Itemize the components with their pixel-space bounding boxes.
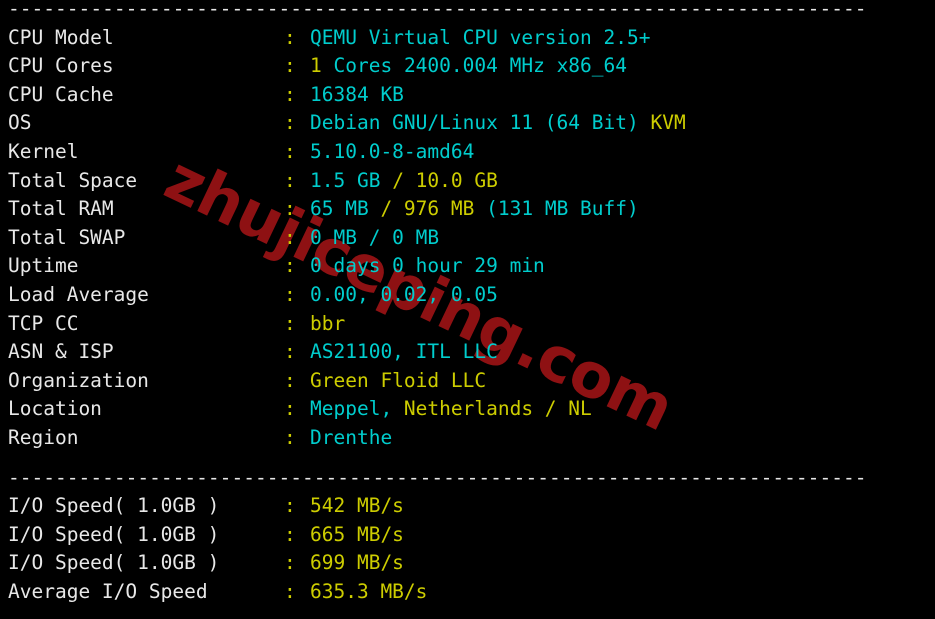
system-info-label: CPU Cache xyxy=(8,82,114,106)
io-speed-row: I/O Speed( 1.0GB ):699 MB/s xyxy=(0,549,935,578)
system-info-label: OS xyxy=(8,111,32,135)
system-info-colon: : xyxy=(284,311,296,335)
system-info-colon: : xyxy=(284,368,296,392)
io-speed-row: Average I/O Speed:635.3 MB/s xyxy=(0,578,935,607)
system-info-value: KVM xyxy=(650,111,686,135)
system-info-value: AS21100, ITL LLC xyxy=(310,340,498,364)
system-info-value: MHz xyxy=(497,54,557,78)
system-info-label: Organization xyxy=(8,368,149,392)
system-info-label: ASN & ISP xyxy=(8,340,114,364)
io-speed-row: I/O Speed( 1.0GB ):665 MB/s xyxy=(0,521,935,550)
system-info-colon: : xyxy=(284,82,296,106)
system-info-value: 1.5 GB xyxy=(310,168,393,192)
system-info-colon: : xyxy=(284,139,296,163)
system-info-label: Region xyxy=(8,425,79,449)
io-speed-label: I/O Speed( 1.0GB ) xyxy=(8,551,220,575)
system-info-label: Load Average xyxy=(8,282,149,306)
system-info-value: 5.10.0-8-amd64 xyxy=(310,139,475,163)
io-speed-value: 699 MB/s xyxy=(310,551,404,575)
system-info-value: 0.00, 0.02, 0.05 xyxy=(310,282,498,306)
spacer-above-io-separator xyxy=(0,453,935,464)
system-info-value: 16384 KB xyxy=(310,82,404,106)
system-info-label: Uptime xyxy=(8,254,79,278)
system-info-value: Green Floid LLC xyxy=(310,368,487,392)
system-info-row: Total SWAP:0 MB / 0 MB xyxy=(0,224,935,253)
system-info-colon: : xyxy=(284,225,296,249)
system-info-colon: : xyxy=(284,168,296,192)
system-info-row: Location: Meppel, Netherlands / NL xyxy=(0,395,935,424)
io-speed-label: I/O Speed( 1.0GB ) xyxy=(8,522,220,546)
system-info-value: 1 xyxy=(310,54,322,78)
system-info-label: CPU Cores xyxy=(8,54,114,78)
system-info-value: 0 days 0 hour 29 min xyxy=(310,254,545,278)
system-info-label: Total Space xyxy=(8,168,138,192)
system-info-value: / 976 MB xyxy=(380,197,487,221)
system-info-value: Drenthe xyxy=(310,425,393,449)
system-info-row: Uptime:0 days 0 hour 29 min xyxy=(0,252,935,281)
system-info-colon: : xyxy=(284,425,296,449)
system-info-label: Location xyxy=(8,397,102,421)
io-speed-colon: : xyxy=(284,494,296,518)
system-info-value: 0 MB / 0 MB xyxy=(310,225,440,249)
system-info-value: Cores xyxy=(321,54,404,78)
system-info-row: CPU Cache:16384 KB xyxy=(0,81,935,110)
io-speed-colon: : xyxy=(284,522,296,546)
system-info-colon: : xyxy=(284,25,296,49)
system-info-colon: : xyxy=(284,111,296,135)
system-info-value: Meppel, xyxy=(310,397,404,421)
system-info-row: Organization: Green Floid LLC xyxy=(0,367,935,396)
system-info-label: Kernel xyxy=(8,139,79,163)
io-speed-value: 665 MB/s xyxy=(310,522,404,546)
system-info-row: TCP CC: bbr xyxy=(0,310,935,339)
system-info-value: (131 MB Buff) xyxy=(486,197,639,221)
system-info-label: Total RAM xyxy=(8,197,114,221)
system-info-row: Total Space:1.5 GB / 10.0 GB xyxy=(0,167,935,196)
terminal-screen: ----------------------------------------… xyxy=(0,0,935,619)
system-info-row: OS: Debian GNU/Linux 11 (64 Bit) KVM xyxy=(0,109,935,138)
spacer-above-bottom-separator xyxy=(0,606,935,615)
system-info-section: CPU Model: QEMU Virtual CPU version 2.5+ C… xyxy=(0,24,935,453)
system-info-value: QEMU Virtual CPU version 2.5+ xyxy=(310,25,651,49)
system-info-label: Total SWAP xyxy=(8,225,126,249)
system-info-value: / 10.0 GB xyxy=(392,168,498,192)
system-info-value: x86_64 xyxy=(556,54,628,78)
separator-bottom: ----------------------------------------… xyxy=(0,615,935,619)
system-info-colon: : xyxy=(284,282,296,306)
system-info-colon: : xyxy=(284,397,296,421)
io-speed-row: I/O Speed( 1.0GB ):542 MB/s xyxy=(0,492,935,521)
system-info-row: CPU Model: QEMU Virtual CPU version 2.5+ xyxy=(0,24,935,53)
io-speed-colon: : xyxy=(284,579,296,603)
system-info-value: 65 MB xyxy=(310,197,381,221)
io-speed-section: I/O Speed( 1.0GB ):542 MB/s I/O Speed( 1.… xyxy=(0,492,935,606)
system-info-row: Kernel:5.10.0-8-amd64 xyxy=(0,138,935,167)
system-info-value: Debian GNU/Linux 11 (64 Bit) xyxy=(310,111,651,135)
io-speed-value: 542 MB/s xyxy=(310,494,404,518)
system-info-label: TCP CC xyxy=(8,311,79,335)
system-info-row: CPU Cores:1 Cores 2400.004 MHz x86_64 xyxy=(0,52,935,81)
system-info-value: bbr xyxy=(310,311,346,335)
separator-top: ----------------------------------------… xyxy=(8,0,867,20)
io-speed-value: 635.3 MB/s xyxy=(310,579,428,603)
system-info-colon: : xyxy=(284,54,296,78)
system-info-value: 2400.004 xyxy=(403,54,498,78)
terminal-window: zhujiceping.com ------------------------… xyxy=(0,0,935,619)
io-speed-label: I/O Speed( 1.0GB ) xyxy=(8,494,220,518)
system-info-row: Region: Drenthe xyxy=(0,424,935,453)
io-speed-label: Average I/O Speed xyxy=(8,579,208,603)
separator-middle: ----------------------------------------… xyxy=(8,465,867,489)
io-speed-colon: : xyxy=(284,551,296,575)
system-info-value: Netherlands / NL xyxy=(403,397,592,421)
system-info-row: ASN & ISP: AS21100, ITL LLC xyxy=(0,338,935,367)
system-info-row: Total RAM:65 MB / 976 MB (131 MB Buff) xyxy=(0,195,935,224)
system-info-colon: : xyxy=(284,197,296,221)
system-info-colon: : xyxy=(284,254,296,278)
system-info-label: CPU Model xyxy=(8,25,114,49)
system-info-colon: : xyxy=(284,340,296,364)
system-info-row: Load Average:0.00, 0.02, 0.05 xyxy=(0,281,935,310)
